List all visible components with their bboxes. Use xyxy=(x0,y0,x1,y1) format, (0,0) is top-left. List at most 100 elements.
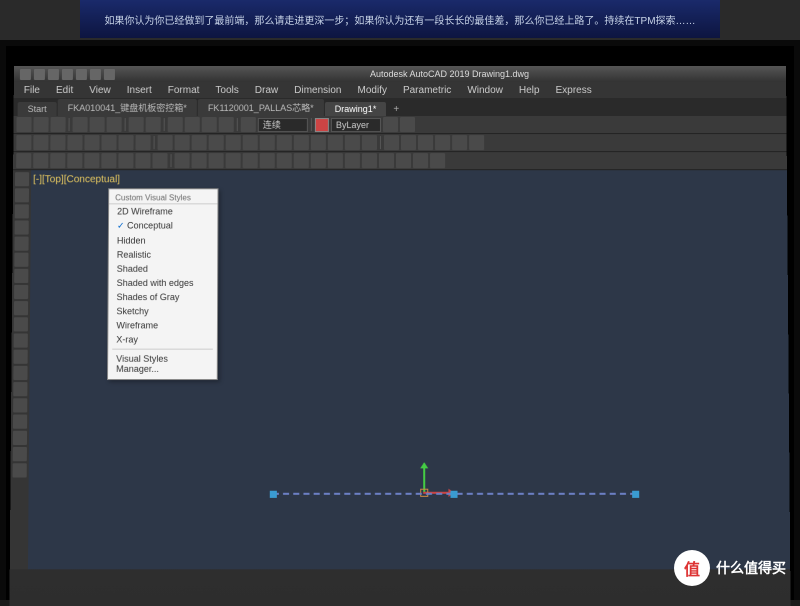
grip-endpoint-2[interactable] xyxy=(632,491,639,498)
vrevcloud-icon[interactable] xyxy=(14,285,28,299)
vsm-hidden[interactable]: Hidden xyxy=(109,234,217,248)
vinsert-icon[interactable] xyxy=(14,350,28,364)
dimradius-icon[interactable] xyxy=(435,135,450,150)
layer-dropdown[interactable]: ByLayer xyxy=(331,118,381,132)
tab-start[interactable]: Start xyxy=(18,102,57,116)
revolve-icon[interactable] xyxy=(430,153,445,168)
tab-add-button[interactable]: + xyxy=(389,102,403,116)
redo-icon[interactable] xyxy=(146,117,161,132)
layer-props-icon[interactable] xyxy=(241,117,256,132)
qat-save-icon[interactable] xyxy=(62,68,73,79)
osnap-tangent-icon[interactable] xyxy=(135,153,150,168)
qat-undo-icon[interactable] xyxy=(76,68,87,79)
osnap-midpoint-icon[interactable] xyxy=(33,153,48,168)
osnap-quadrant-icon[interactable] xyxy=(84,153,99,168)
menu-tools[interactable]: Tools xyxy=(209,85,244,96)
grip-endpoint-1[interactable] xyxy=(270,491,277,498)
vcircle-icon[interactable] xyxy=(14,269,28,283)
osnap-endpoint-icon[interactable] xyxy=(16,153,31,168)
vblock-icon[interactable] xyxy=(13,366,27,380)
rotate-icon[interactable] xyxy=(192,135,207,150)
vsm-sketchy[interactable]: Sketchy xyxy=(108,304,217,318)
line-icon[interactable] xyxy=(16,135,31,150)
dimangular-icon[interactable] xyxy=(418,135,433,150)
erase-icon[interactable] xyxy=(345,135,360,150)
paste-icon[interactable] xyxy=(107,117,122,132)
linetype-dropdown[interactable]: 连续 xyxy=(258,118,308,132)
circle-icon[interactable] xyxy=(50,135,65,150)
open-icon[interactable] xyxy=(33,117,48,132)
boundary-icon[interactable] xyxy=(294,153,309,168)
tab-doc-1[interactable]: FKA010041_键盘机板密控箱* xyxy=(58,99,197,116)
vsm-realistic[interactable]: Realistic xyxy=(109,248,218,262)
menu-modify[interactable]: Modify xyxy=(351,85,392,96)
menu-draw[interactable]: Draw xyxy=(249,85,284,96)
new-icon[interactable] xyxy=(16,117,31,132)
qat-redo-icon[interactable] xyxy=(90,68,101,79)
tab-drawing1[interactable]: Drawing1* xyxy=(325,102,387,116)
menu-help[interactable]: Help xyxy=(513,85,546,96)
vline-icon[interactable] xyxy=(15,172,29,186)
array-icon[interactable] xyxy=(311,135,326,150)
leader-icon[interactable] xyxy=(469,135,484,150)
undo-icon[interactable] xyxy=(129,117,144,132)
vsm-wireframe[interactable]: Wireframe xyxy=(108,318,217,332)
spline-icon[interactable] xyxy=(136,135,151,150)
cut-icon[interactable] xyxy=(73,117,88,132)
osnap-intersection-icon[interactable] xyxy=(101,153,116,168)
move-icon[interactable] xyxy=(158,135,173,150)
extrude-icon[interactable] xyxy=(413,153,428,168)
vellipsearc-icon[interactable] xyxy=(14,333,28,347)
vpolyline-icon[interactable] xyxy=(15,204,29,218)
osnap-perpendicular-icon[interactable] xyxy=(118,153,133,168)
donut-icon[interactable] xyxy=(345,153,360,168)
menu-edit[interactable]: Edit xyxy=(50,85,79,96)
menu-insert[interactable]: Insert xyxy=(121,85,158,96)
qat-new-icon[interactable] xyxy=(34,68,45,79)
trim-icon[interactable] xyxy=(260,135,275,150)
dimdiameter-icon[interactable] xyxy=(452,135,467,150)
vpolygon-icon[interactable] xyxy=(15,220,29,234)
menu-parametric[interactable]: Parametric xyxy=(397,85,457,96)
layer-iso-icon[interactable] xyxy=(400,117,415,132)
osnap-center-icon[interactable] xyxy=(50,153,65,168)
dimlinear-icon[interactable] xyxy=(384,135,399,150)
vsm-shadededges[interactable]: Shaded with edges xyxy=(109,276,218,290)
menu-express[interactable]: Express xyxy=(550,85,598,96)
properties-icon[interactable] xyxy=(202,117,217,132)
mtext-icon[interactable] xyxy=(192,153,207,168)
vmtext-icon[interactable] xyxy=(13,463,27,477)
varc-icon[interactable] xyxy=(14,253,28,267)
vrectangle-icon[interactable] xyxy=(14,237,28,251)
qat-print-icon[interactable] xyxy=(104,68,115,79)
vpoint-icon[interactable] xyxy=(13,382,27,396)
vsm-xray[interactable]: X-ray xyxy=(108,332,217,346)
vsm-shaded[interactable]: Shaded xyxy=(109,262,218,276)
vellipse-icon[interactable] xyxy=(14,317,28,331)
vgradient-icon[interactable] xyxy=(13,415,27,429)
offset-icon[interactable] xyxy=(328,135,343,150)
grip-midpoint[interactable] xyxy=(450,491,457,498)
qat-open-icon[interactable] xyxy=(48,68,59,79)
save-icon[interactable] xyxy=(50,117,65,132)
vsm-2dwireframe[interactable]: 2D Wireframe xyxy=(109,204,217,218)
viewport-controls[interactable]: [-][Top][Conceptual] xyxy=(33,174,120,185)
block-icon[interactable] xyxy=(226,153,241,168)
zoom-icon[interactable] xyxy=(185,117,200,132)
vsm-shadesgray[interactable]: Shades of Gray xyxy=(108,290,217,304)
vsm-manager[interactable]: Visual Styles Manager... xyxy=(108,352,217,376)
ellipse-icon[interactable] xyxy=(101,135,116,150)
match-props-icon[interactable] xyxy=(219,117,234,132)
text-icon[interactable] xyxy=(174,153,189,168)
vspline-icon[interactable] xyxy=(14,301,28,315)
scale-icon[interactable] xyxy=(243,135,258,150)
vsm-conceptual[interactable]: Conceptual xyxy=(109,218,217,233)
table-icon[interactable] xyxy=(209,153,224,168)
helix-icon[interactable] xyxy=(362,153,377,168)
layer-states-icon[interactable] xyxy=(383,117,398,132)
osnap-node-icon[interactable] xyxy=(67,153,82,168)
fillet-icon[interactable] xyxy=(294,135,309,150)
arc-icon[interactable] xyxy=(67,135,82,150)
box-icon[interactable] xyxy=(396,153,411,168)
tab-doc-2[interactable]: FK1120001_PALLAS芯略* xyxy=(198,99,324,116)
